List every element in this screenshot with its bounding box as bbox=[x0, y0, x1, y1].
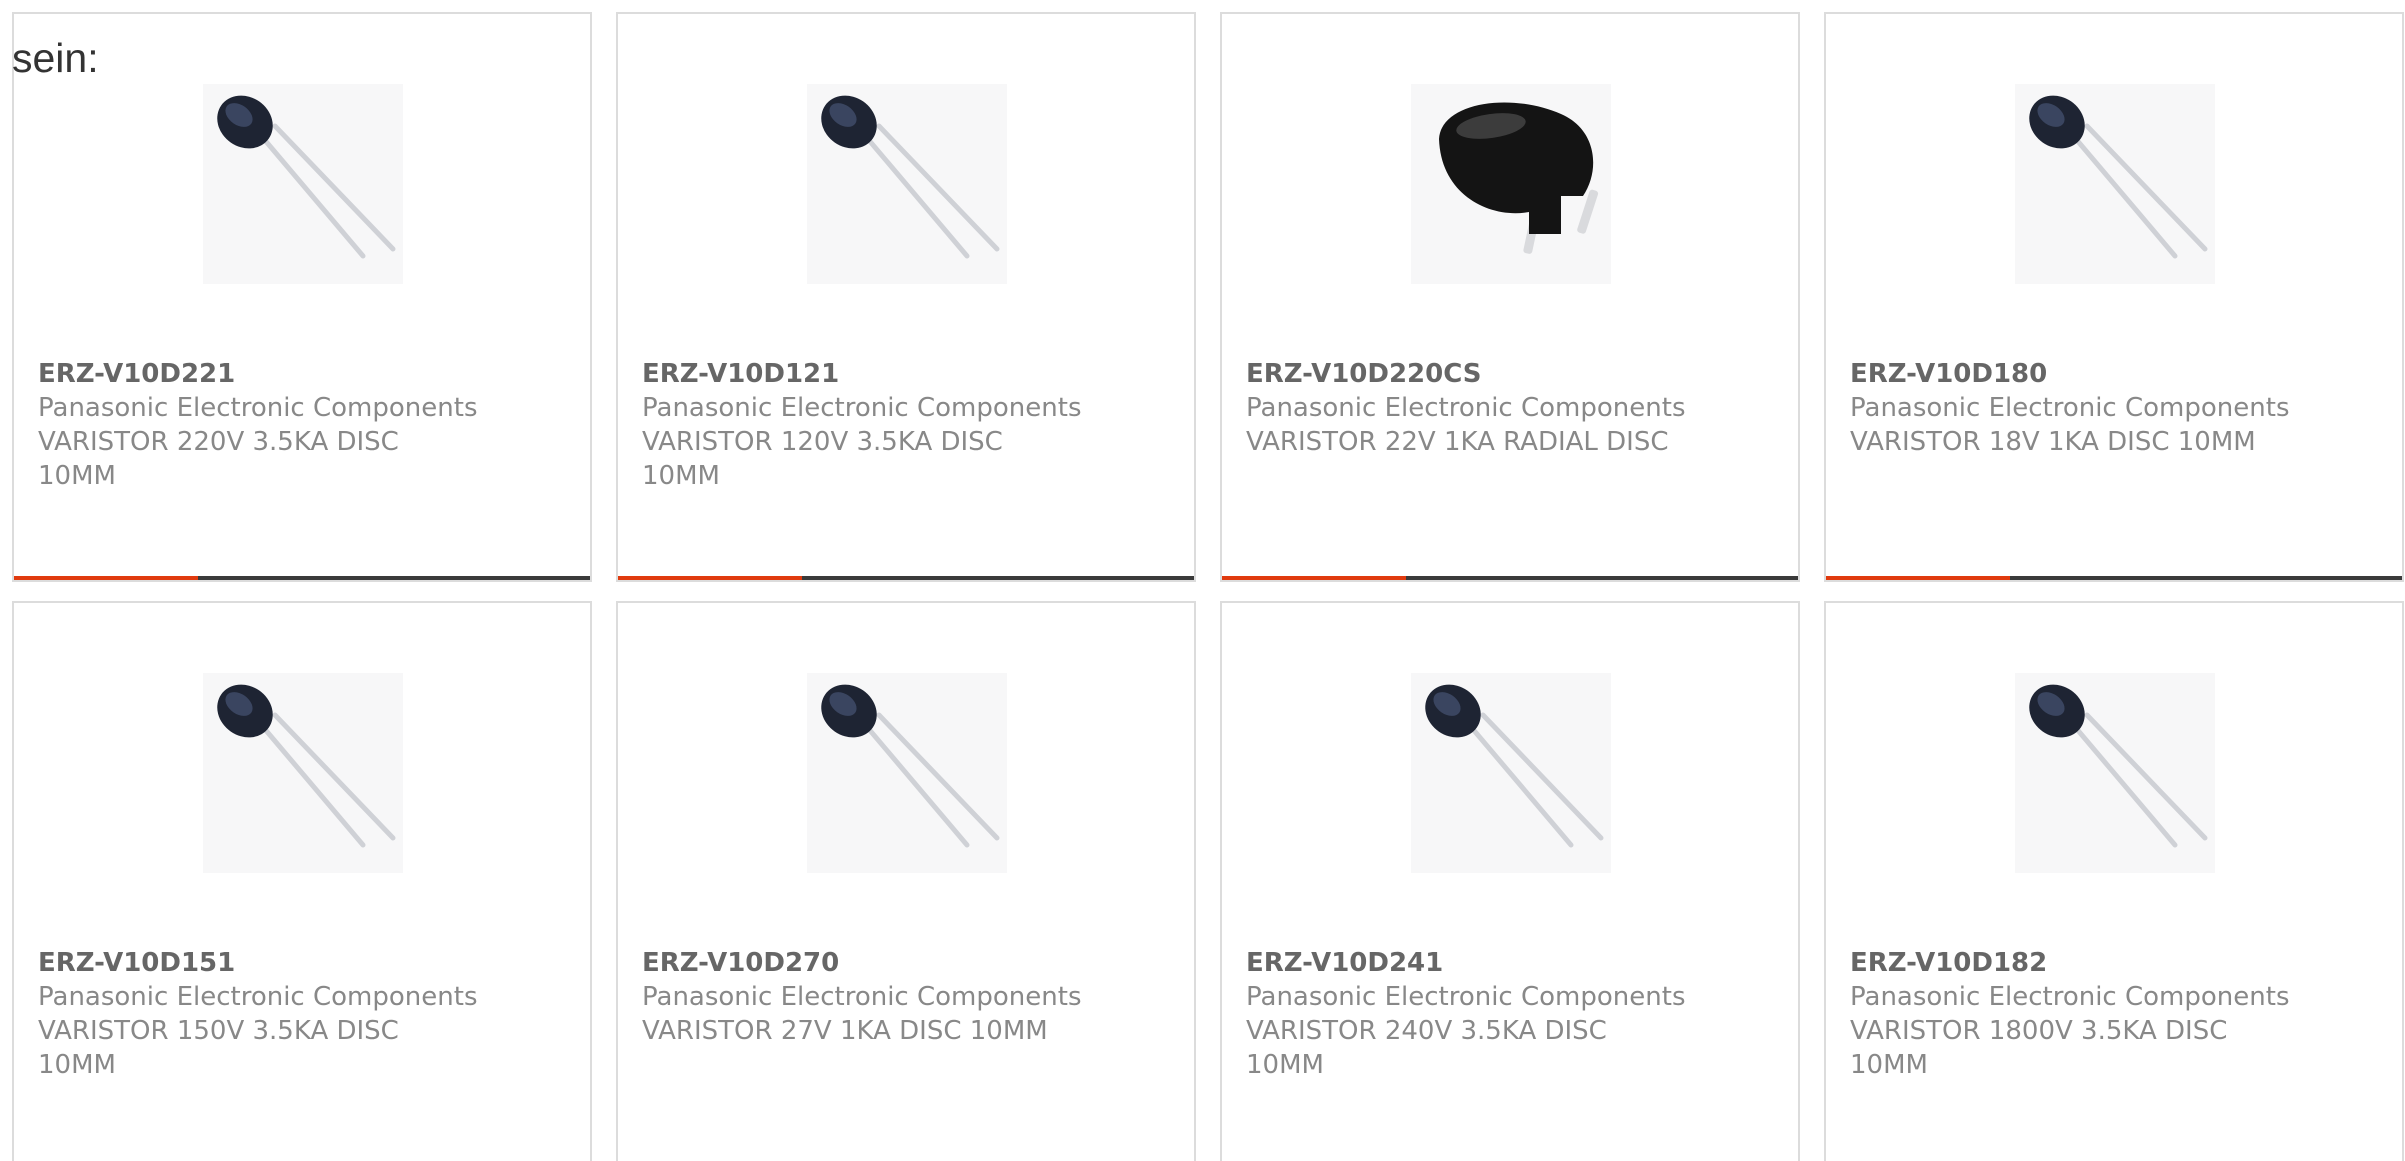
intro-text: sein: bbox=[12, 35, 99, 81]
card-progress-fill bbox=[1826, 576, 2011, 580]
part-number[interactable]: ERZ-V10D182 bbox=[1850, 946, 2370, 980]
product-description: VARISTOR 18V 1KA DISC 10MM bbox=[1850, 427, 2256, 457]
radial-varistor-icon bbox=[2015, 673, 2215, 873]
card-progress-bar bbox=[1222, 576, 1798, 580]
manufacturer-name: Panasonic Electronic Components bbox=[38, 982, 478, 1012]
part-number[interactable]: ERZ-V10D221 bbox=[38, 357, 558, 391]
manufacturer-name: Panasonic Electronic Components bbox=[38, 393, 478, 423]
manufacturer-name: Panasonic Electronic Components bbox=[1246, 393, 1686, 423]
black-disc-varistor-icon bbox=[1411, 84, 1611, 284]
card-progress-fill bbox=[1222, 576, 1407, 580]
product-description: VARISTOR 120V 3.5KA DISC 10MM bbox=[642, 427, 1003, 491]
card-progress-bar bbox=[1826, 576, 2402, 580]
manufacturer-name: Panasonic Electronic Components bbox=[1850, 982, 2290, 1012]
product-card[interactable]: ERZ-V10D121 Panasonic Electronic Compone… bbox=[616, 12, 1196, 582]
card-progress-bar bbox=[14, 576, 590, 580]
part-number[interactable]: ERZ-V10D121 bbox=[642, 357, 1162, 391]
part-number[interactable]: ERZ-V10D241 bbox=[1246, 946, 1766, 980]
radial-varistor-icon bbox=[2015, 84, 2215, 284]
radial-varistor-icon bbox=[807, 84, 1007, 284]
product-card[interactable]: ERZ-V10D270 Panasonic Electronic Compone… bbox=[616, 601, 1196, 1161]
card-progress-fill bbox=[14, 576, 199, 580]
manufacturer-name: Panasonic Electronic Components bbox=[1850, 393, 2290, 423]
radial-varistor-icon bbox=[203, 84, 403, 284]
product-card[interactable]: ERZ-V10D221 Panasonic Electronic Compone… bbox=[12, 12, 592, 582]
part-number[interactable]: ERZ-V10D220CS bbox=[1246, 357, 1766, 391]
card-progress-bar bbox=[618, 576, 1194, 580]
card-progress-fill bbox=[618, 576, 803, 580]
product-grid-page: sein: ERZ-V10D221 Panasonic Electronic C… bbox=[0, 0, 2405, 1161]
part-number[interactable]: ERZ-V10D180 bbox=[1850, 357, 2370, 391]
product-description: VARISTOR 220V 3.5KA DISC 10MM bbox=[38, 427, 399, 491]
radial-varistor-icon bbox=[807, 673, 1007, 873]
product-card[interactable]: ERZ-V10D241 Panasonic Electronic Compone… bbox=[1220, 601, 1800, 1161]
product-card[interactable]: ERZ-V10D182 Panasonic Electronic Compone… bbox=[1824, 601, 2404, 1161]
radial-varistor-icon bbox=[203, 673, 403, 873]
part-number[interactable]: ERZ-V10D151 bbox=[38, 946, 558, 980]
radial-varistor-icon bbox=[1411, 673, 1611, 873]
product-description: VARISTOR 240V 3.5KA DISC 10MM bbox=[1246, 1016, 1607, 1080]
manufacturer-name: Panasonic Electronic Components bbox=[642, 393, 1082, 423]
product-card[interactable]: ERZ-V10D180 Panasonic Electronic Compone… bbox=[1824, 12, 2404, 582]
product-description: VARISTOR 22V 1KA RADIAL DISC bbox=[1246, 427, 1669, 457]
manufacturer-name: Panasonic Electronic Components bbox=[642, 982, 1082, 1012]
product-description: VARISTOR 1800V 3.5KA DISC 10MM bbox=[1850, 1016, 2228, 1080]
product-description: VARISTOR 150V 3.5KA DISC 10MM bbox=[38, 1016, 399, 1080]
product-card[interactable]: ERZ-V10D220CS Panasonic Electronic Compo… bbox=[1220, 12, 1800, 582]
manufacturer-name: Panasonic Electronic Components bbox=[1246, 982, 1686, 1012]
part-number[interactable]: ERZ-V10D270 bbox=[642, 946, 1162, 980]
product-description: VARISTOR 27V 1KA DISC 10MM bbox=[642, 1016, 1048, 1046]
product-card[interactable]: ERZ-V10D151 Panasonic Electronic Compone… bbox=[12, 601, 592, 1161]
